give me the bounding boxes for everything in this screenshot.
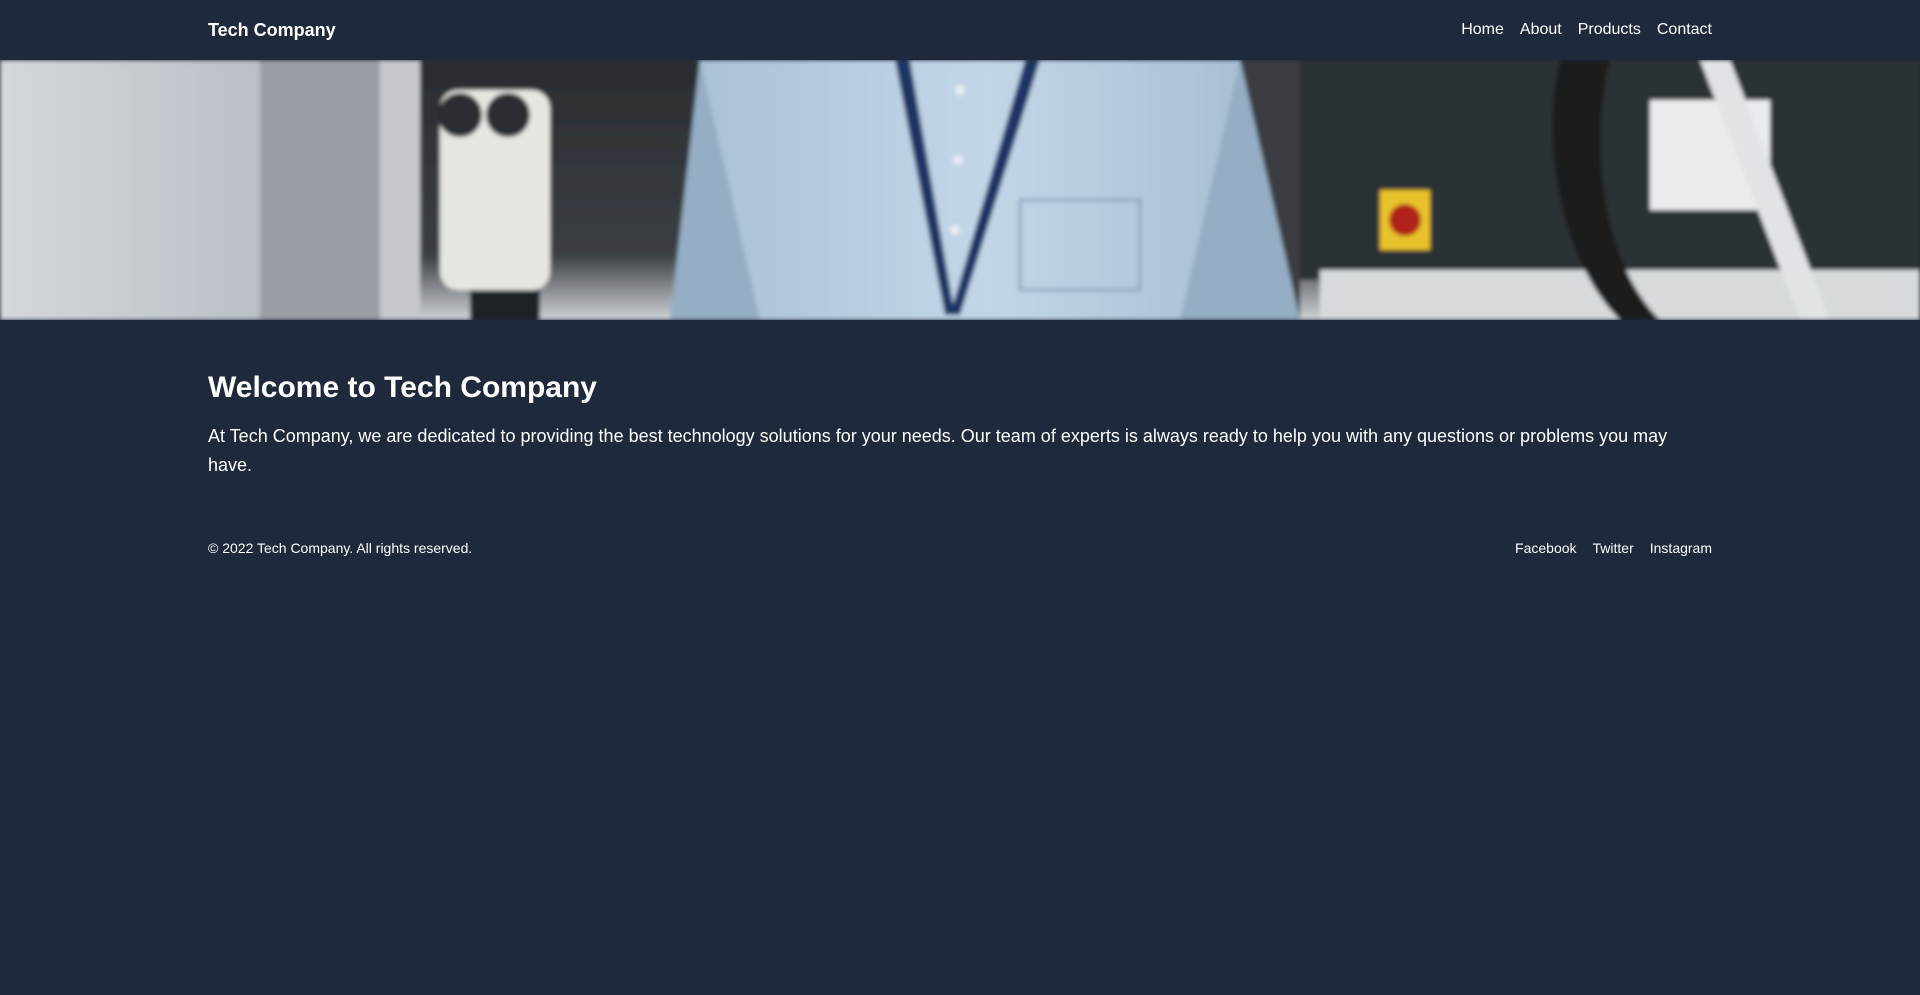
hero-image (0, 60, 1920, 320)
page-title: Welcome to Tech Company (208, 371, 597, 404)
brand-logo[interactable]: Tech Company (208, 20, 336, 41)
nav-about-link[interactable]: About (1520, 21, 1562, 39)
social-links: Facebook Twitter Instagram (1515, 540, 1712, 556)
site-header: Tech Company Home About Products Contact (0, 0, 1920, 60)
main-nav: Home About Products Contact (1461, 21, 1712, 39)
main-content: Welcome to Tech Company At Tech Company,… (0, 320, 1920, 480)
site-footer: © 2022 Tech Company. All rights reserved… (0, 540, 1920, 556)
facebook-link[interactable]: Facebook (1515, 540, 1576, 556)
footer-container: © 2022 Tech Company. All rights reserved… (208, 540, 1712, 556)
intro-paragraph: At Tech Company, we are dedicated to pro… (208, 426, 1668, 475)
nav-products-link[interactable]: Products (1578, 21, 1641, 39)
main-container: Welcome to Tech Company At Tech Company,… (208, 368, 1712, 480)
hero-photo (0, 60, 1920, 320)
header-container: Tech Company Home About Products Contact (208, 0, 1712, 60)
instagram-link[interactable]: Instagram (1650, 540, 1712, 556)
copyright-text: © 2022 Tech Company. All rights reserved… (208, 540, 473, 556)
nav-contact-link[interactable]: Contact (1657, 21, 1712, 39)
twitter-link[interactable]: Twitter (1593, 540, 1634, 556)
nav-home-link[interactable]: Home (1461, 21, 1504, 39)
